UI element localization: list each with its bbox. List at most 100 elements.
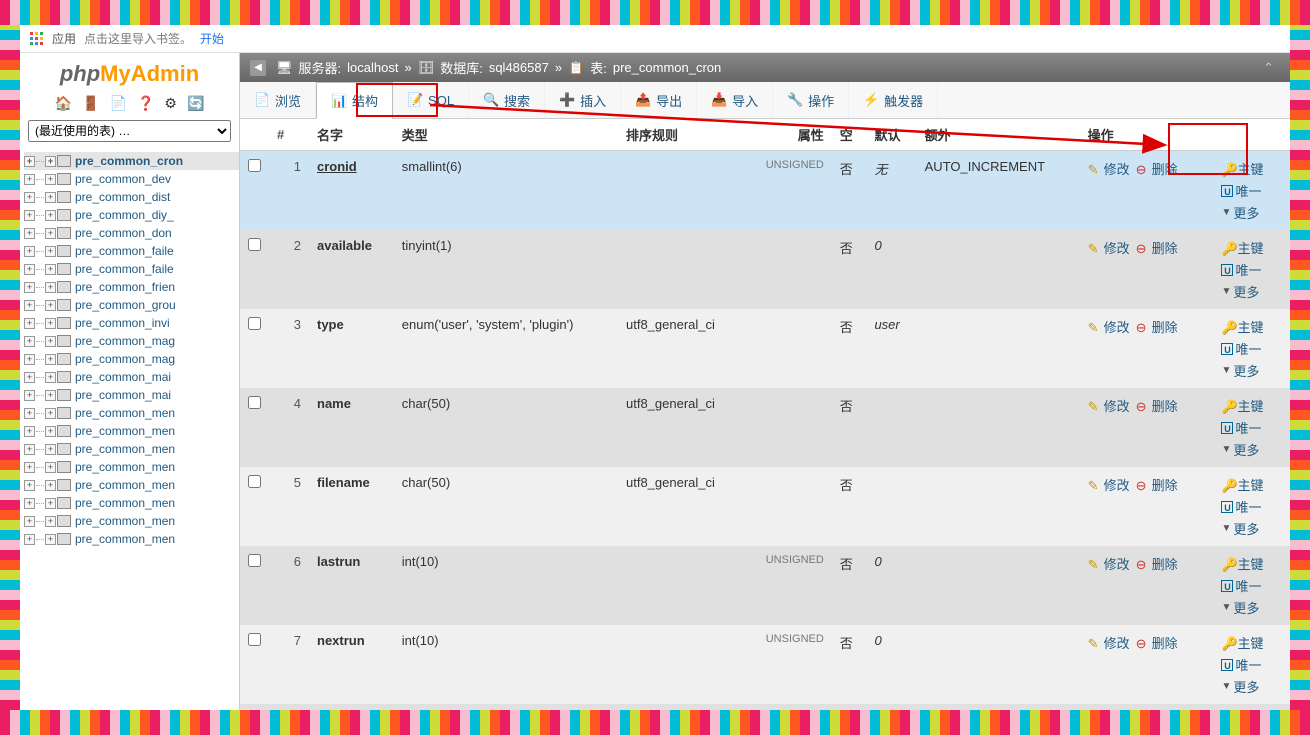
expand-icon[interactable]: + bbox=[45, 444, 56, 455]
sidebar-table-item[interactable]: ++pre_common_men bbox=[24, 494, 239, 512]
sidebar-table-item[interactable]: ++pre_common_men bbox=[24, 440, 239, 458]
expand-icon[interactable]: + bbox=[24, 462, 35, 473]
docs-icon[interactable]: ❓ bbox=[137, 95, 154, 112]
expand-icon[interactable]: + bbox=[45, 192, 56, 203]
drop-action[interactable]: ⊖删除 bbox=[1136, 159, 1178, 178]
expand-icon[interactable]: + bbox=[45, 498, 56, 509]
primary-action[interactable]: 🔑主键 bbox=[1221, 159, 1263, 178]
unique-action[interactable]: U唯一 bbox=[1221, 339, 1261, 358]
phpmyadmin-logo[interactable]: phpMyAdmin bbox=[20, 53, 239, 91]
sidebar-table-item[interactable]: ++pre_common_don bbox=[24, 224, 239, 242]
sidebar-table-item[interactable]: ++pre_common_mag bbox=[24, 332, 239, 350]
sidebar-table-item[interactable]: ++pre_common_men bbox=[24, 476, 239, 494]
more-action[interactable]: ▼更多 bbox=[1221, 282, 1259, 301]
tab-操作[interactable]: 🔧操作 bbox=[773, 82, 849, 118]
expand-icon[interactable]: + bbox=[45, 516, 56, 527]
expand-icon[interactable]: + bbox=[24, 192, 35, 203]
sidebar-table-item[interactable]: ++pre_common_cron bbox=[24, 152, 239, 170]
row-checkbox[interactable] bbox=[248, 159, 261, 172]
expand-icon[interactable]: + bbox=[45, 210, 56, 221]
table-link[interactable]: pre_common_cron bbox=[613, 60, 721, 75]
primary-action[interactable]: 🔑主键 bbox=[1221, 317, 1263, 336]
expand-icon[interactable]: + bbox=[24, 210, 35, 221]
close-icon[interactable]: ⌃ bbox=[1257, 60, 1280, 76]
tab-浏览[interactable]: 📄浏览 bbox=[240, 82, 316, 118]
drop-action[interactable]: ⊖删除 bbox=[1136, 396, 1178, 415]
expand-icon[interactable]: + bbox=[24, 246, 35, 257]
unique-action[interactable]: U唯一 bbox=[1221, 181, 1261, 200]
more-action[interactable]: ▼更多 bbox=[1221, 598, 1259, 617]
tab-触发器[interactable]: ⚡触发器 bbox=[849, 82, 938, 118]
expand-icon[interactable]: + bbox=[45, 300, 56, 311]
row-checkbox[interactable] bbox=[248, 633, 261, 646]
row-checkbox[interactable] bbox=[248, 317, 261, 330]
expand-icon[interactable]: + bbox=[45, 480, 56, 491]
home-icon[interactable]: 🏠 bbox=[55, 95, 72, 112]
sidebar-table-item[interactable]: ++pre_common_frien bbox=[24, 278, 239, 296]
expand-icon[interactable]: + bbox=[45, 462, 56, 473]
sidebar-table-item[interactable]: ++pre_common_dist bbox=[24, 188, 239, 206]
expand-icon[interactable]: + bbox=[45, 426, 56, 437]
sidebar-table-item[interactable]: ++pre_common_faile bbox=[24, 242, 239, 260]
expand-icon[interactable]: + bbox=[24, 426, 35, 437]
more-action[interactable]: ▼更多 bbox=[1221, 677, 1259, 696]
edit-action[interactable]: ✎修改 bbox=[1088, 396, 1130, 415]
tab-导入[interactable]: 📥导入 bbox=[697, 82, 773, 118]
sidebar-table-item[interactable]: ++pre_common_men bbox=[24, 530, 239, 548]
sql-icon[interactable]: 📄 bbox=[110, 95, 127, 112]
drop-action[interactable]: ⊖删除 bbox=[1136, 475, 1178, 494]
server-link[interactable]: localhost bbox=[347, 60, 398, 75]
primary-action[interactable]: 🔑主键 bbox=[1221, 554, 1263, 573]
edit-action[interactable]: ✎修改 bbox=[1088, 554, 1130, 573]
logout-icon[interactable]: 🚪 bbox=[82, 95, 99, 112]
sidebar-table-item[interactable]: ++pre_common_invi bbox=[24, 314, 239, 332]
primary-action[interactable]: 🔑主键 bbox=[1221, 475, 1263, 494]
expand-icon[interactable]: + bbox=[24, 300, 35, 311]
expand-icon[interactable]: + bbox=[45, 318, 56, 329]
expand-icon[interactable]: + bbox=[24, 282, 35, 293]
sidebar-table-item[interactable]: ++pre_common_diy_ bbox=[24, 206, 239, 224]
expand-icon[interactable]: + bbox=[24, 534, 35, 545]
expand-icon[interactable]: + bbox=[24, 372, 35, 383]
expand-icon[interactable]: + bbox=[45, 264, 56, 275]
unique-action[interactable]: U唯一 bbox=[1221, 260, 1261, 279]
tab-SQL[interactable]: 📝SQL bbox=[393, 82, 469, 118]
tab-搜索[interactable]: 🔍搜索 bbox=[469, 82, 545, 118]
tab-结构[interactable]: 📊结构 bbox=[316, 82, 393, 119]
expand-icon[interactable]: + bbox=[45, 174, 56, 185]
edit-action[interactable]: ✎修改 bbox=[1088, 317, 1130, 336]
unique-action[interactable]: U唯一 bbox=[1221, 655, 1261, 674]
expand-icon[interactable]: + bbox=[24, 480, 35, 491]
recent-tables-select[interactable]: (最近使用的表) … bbox=[28, 120, 231, 142]
apps-label[interactable]: 应用 bbox=[52, 30, 76, 47]
expand-icon[interactable]: + bbox=[24, 390, 35, 401]
expand-icon[interactable]: + bbox=[24, 318, 35, 329]
primary-action[interactable]: 🔑主键 bbox=[1221, 633, 1263, 652]
expand-icon[interactable]: + bbox=[45, 282, 56, 293]
primary-action[interactable]: 🔑主键 bbox=[1221, 238, 1263, 257]
expand-icon[interactable]: + bbox=[45, 336, 56, 347]
row-checkbox[interactable] bbox=[248, 475, 261, 488]
sidebar-table-item[interactable]: ++pre_common_grou bbox=[24, 296, 239, 314]
edit-action[interactable]: ✎修改 bbox=[1088, 159, 1130, 178]
expand-icon[interactable]: + bbox=[45, 156, 56, 167]
expand-icon[interactable]: + bbox=[45, 390, 56, 401]
sidebar-table-item[interactable]: ++pre_common_men bbox=[24, 404, 239, 422]
expand-icon[interactable]: + bbox=[45, 354, 56, 365]
expand-icon[interactable]: + bbox=[24, 354, 35, 365]
row-checkbox[interactable] bbox=[248, 554, 261, 567]
drop-action[interactable]: ⊖删除 bbox=[1136, 317, 1178, 336]
unique-action[interactable]: U唯一 bbox=[1221, 576, 1261, 595]
row-checkbox[interactable] bbox=[248, 238, 261, 251]
start-link[interactable]: 开始 bbox=[200, 30, 224, 47]
collapse-nav-icon[interactable]: ◀ bbox=[250, 60, 266, 76]
drop-action[interactable]: ⊖删除 bbox=[1136, 238, 1178, 257]
drop-action[interactable]: ⊖删除 bbox=[1136, 554, 1178, 573]
expand-icon[interactable]: + bbox=[24, 228, 35, 239]
expand-icon[interactable]: + bbox=[24, 174, 35, 185]
tab-导出[interactable]: 📤导出 bbox=[621, 82, 697, 118]
reload-icon[interactable]: 🔄 bbox=[187, 95, 204, 112]
more-action[interactable]: ▼更多 bbox=[1221, 361, 1259, 380]
sidebar-table-item[interactable]: ++pre_common_dev bbox=[24, 170, 239, 188]
unique-action[interactable]: U唯一 bbox=[1221, 497, 1261, 516]
